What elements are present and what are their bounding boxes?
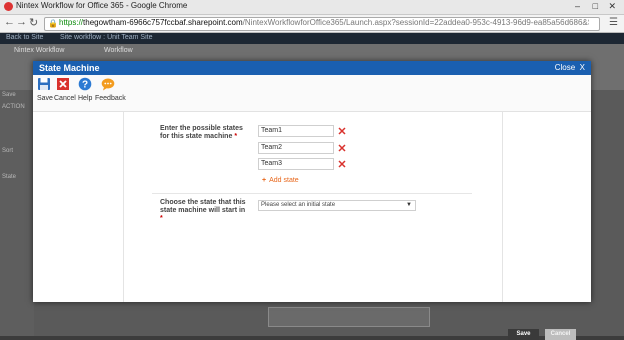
browser-titlebar: Nintex Workflow for Office 365 - Google … [0,0,624,15]
state-input-2[interactable] [258,142,334,154]
delete-state-3-icon[interactable] [338,160,346,168]
state-input-3[interactable] [258,158,334,170]
bg-left-item: Sort [2,148,14,154]
ribbon-tab: Workflow [104,47,133,54]
close-window-icon[interactable]: ✕ [608,1,616,12]
add-state-link[interactable]: + Add state [262,177,299,184]
chrome-favicon-icon [4,2,13,11]
states-label: Enter the possible states for this state… [160,125,243,140]
chrome-menu-icon[interactable]: ☰ [609,17,618,28]
background-box [268,307,430,327]
delete-state-1-icon[interactable] [338,127,346,135]
bg-left-item: ACTION [2,104,25,110]
toolbar-save-button[interactable]: Save [37,77,53,109]
dialog-close-button[interactable]: Close X [555,63,585,72]
floppy-disk-icon [38,78,50,90]
toolbar-help-button[interactable]: ? Help [78,77,92,109]
background-left-panel: Save ACTION Sort State [0,90,34,336]
back-icon[interactable]: ← [4,16,15,28]
maximize-icon[interactable]: □ [593,1,598,11]
minimize-icon[interactable]: – [575,1,580,11]
initial-state-label: Choose the state that this state machine… [160,199,246,222]
dialog-title: State Machine [39,63,100,73]
toolbar-feedback-button[interactable]: Feedback [95,77,126,109]
window-title: Nintex Workflow for Office 365 - Google … [16,1,188,10]
feedback-speech-bubble-icon [101,78,115,91]
bg-left-item: State [2,174,17,180]
background-topbar: Back to Site Site workflow : Unit Team S… [0,33,624,44]
plus-icon: + [262,177,267,184]
back-to-site-link: Back to Site [6,34,44,41]
section-divider [152,193,472,194]
lock-icon: 🔒 [48,19,58,28]
url-text: https://thegowtham-6966c757fccbaf.sharep… [59,18,589,27]
ribbon-brand: Nintex Workflow [14,47,65,54]
browser-toolbar: ← → ↻ 🔒 https://thegowtham-6966c757fccba… [0,15,624,33]
dialog-header: State Machine Close X [33,61,591,75]
dialog-toolbar: Save Cancel ? Help Feedback [33,75,591,112]
address-bar[interactable]: 🔒 https://thegowtham-6966c757fccbaf.shar… [44,17,600,31]
save-button[interactable]: Save [508,329,539,340]
delete-state-2-icon[interactable] [338,144,346,152]
dropdown-caret-icon: ▼ [406,202,412,208]
help-icon: ? [78,77,92,91]
state-input-1[interactable] [258,125,334,137]
bg-left-item: Save [2,92,16,98]
site-workflow-label: Site workflow : Unit Team Site [60,34,153,41]
cancel-button[interactable]: Cancel [545,329,576,340]
dialog-content: Enter the possible states for this state… [123,112,576,340]
state-machine-dialog: State Machine Close X Save Cancel ? Help [33,61,591,340]
svg-text:?: ? [82,80,88,91]
initial-state-select[interactable]: Please select an initial state ▼ [258,200,416,211]
reload-icon[interactable]: ↻ [29,16,38,29]
toolbar-cancel-button[interactable]: Cancel [54,77,76,109]
forward-icon[interactable]: → [16,16,27,28]
cancel-icon [57,78,69,90]
